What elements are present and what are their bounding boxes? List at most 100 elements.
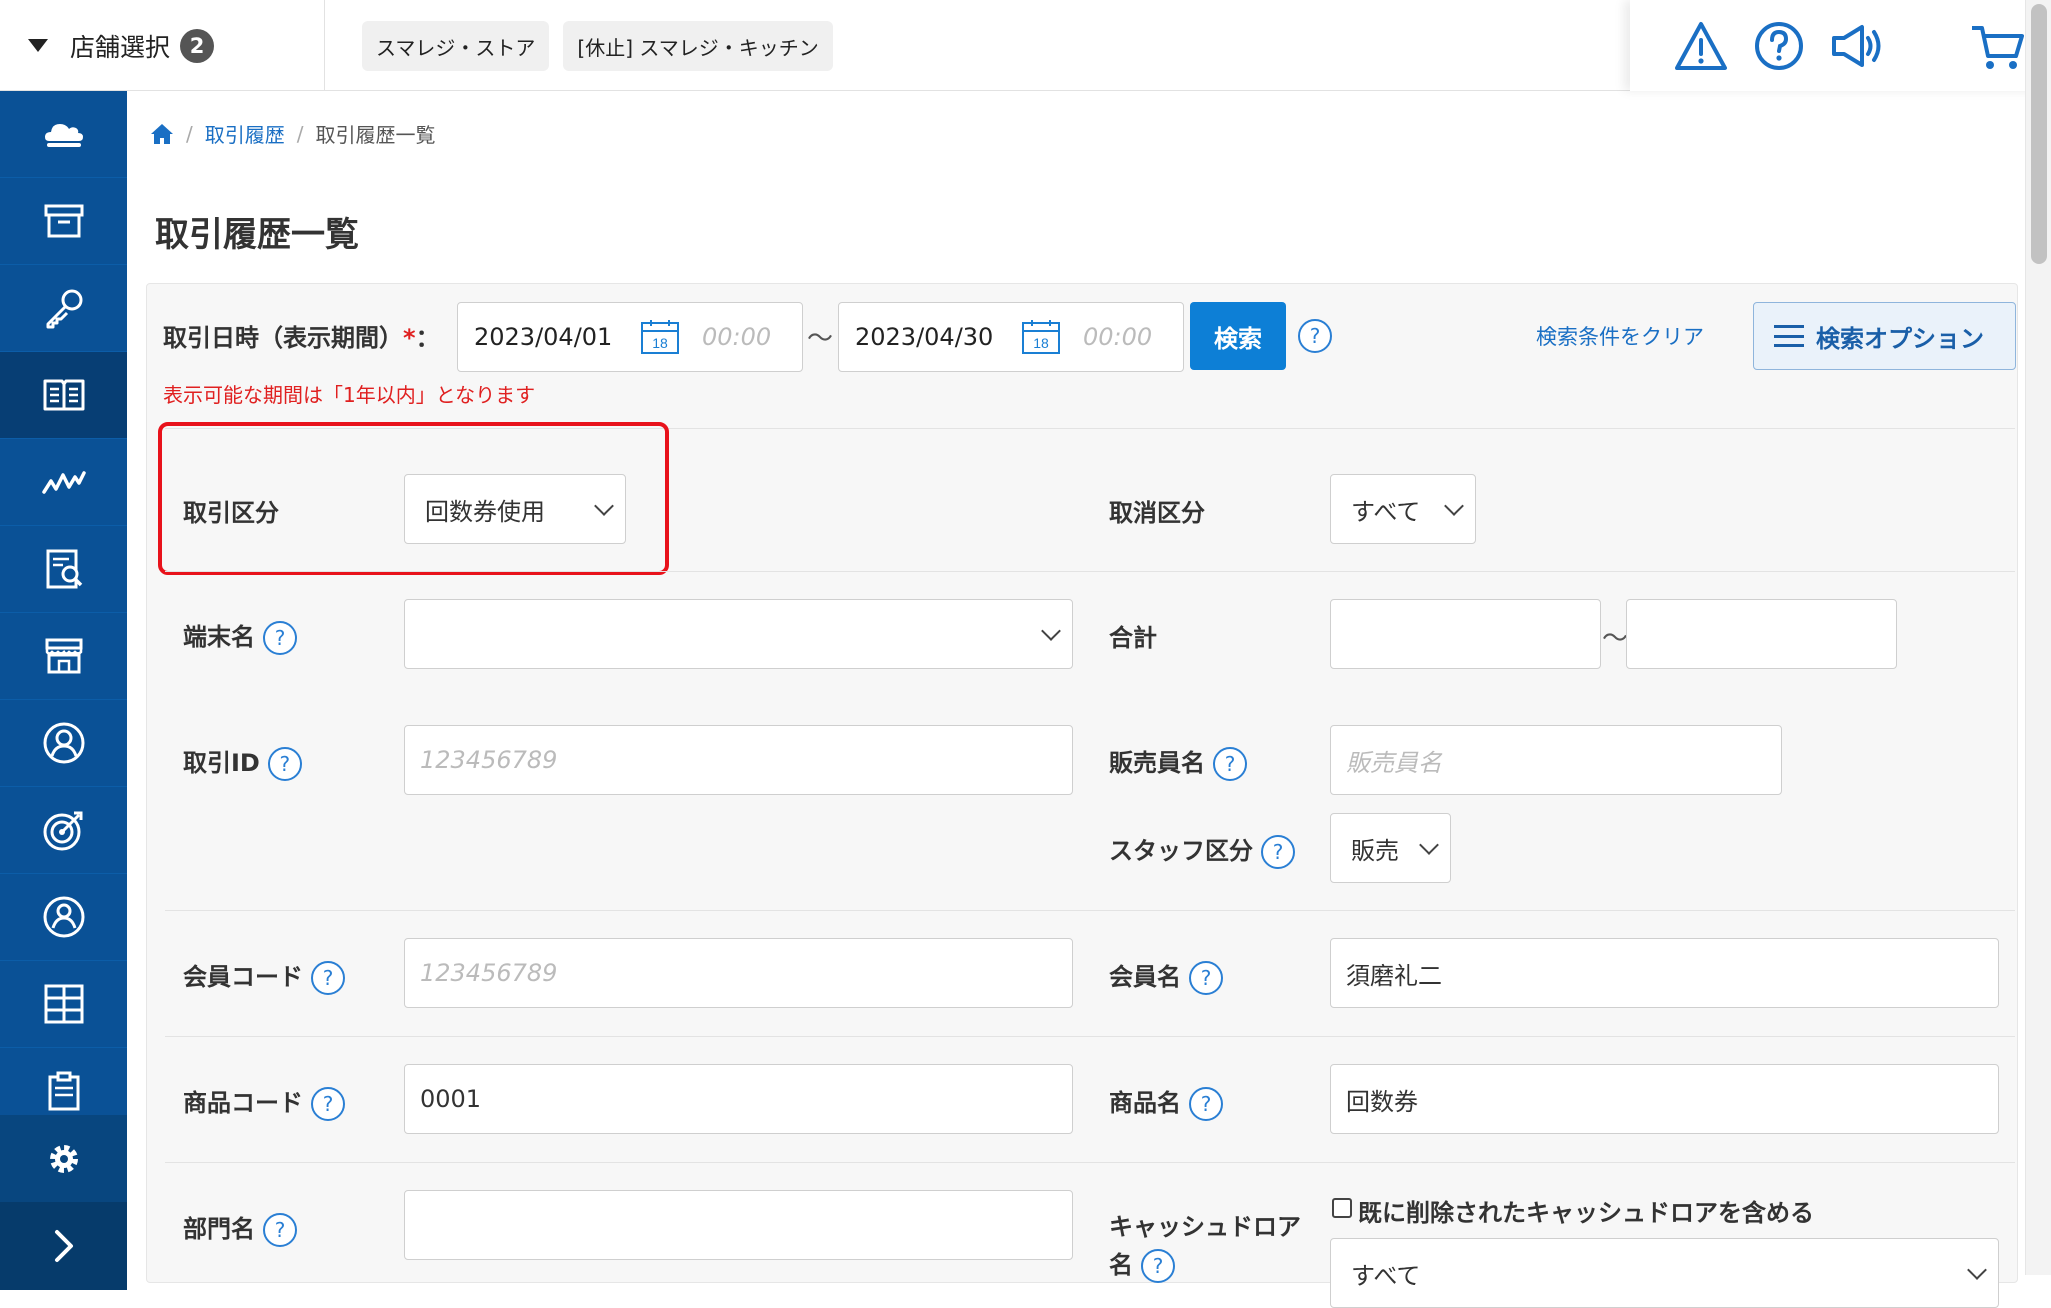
expand-sidebar-button[interactable]: [0, 1202, 127, 1290]
help-icon[interactable]: ?: [1189, 1087, 1223, 1121]
megaphone-icon[interactable]: [1828, 18, 1886, 74]
help-icon[interactable]: ?: [263, 621, 297, 655]
top-icon-group: [1630, 0, 2051, 91]
cancel-type-label: 取消区分: [1109, 499, 1205, 527]
product-code-label: 商品コード?: [183, 1083, 345, 1121]
transaction-id-input[interactable]: 123456789: [404, 725, 1073, 795]
settings-button[interactable]: [0, 1115, 127, 1203]
cash-drawer-label: キャッシュドロア 名?: [1109, 1208, 1301, 1284]
chevron-down-icon: [1041, 621, 1061, 641]
scrollbar-thumb[interactable]: [2031, 4, 2047, 264]
store-tab-kitchen[interactable]: [休止] スマレジ・キッチン: [563, 21, 833, 71]
time-from-input[interactable]: 00:00: [702, 323, 771, 351]
department-input[interactable]: [404, 1190, 1073, 1260]
period-warning: 表示可能な期間は「1年以内」となります: [163, 383, 536, 407]
search-button[interactable]: 検索: [1190, 302, 1286, 370]
department-label: 部門名?: [183, 1209, 297, 1247]
help-icon[interactable]: ?: [1261, 835, 1295, 869]
breadcrumb-separator: /: [296, 121, 304, 146]
highlight-box: [158, 422, 669, 575]
clipboard-icon: [48, 1071, 79, 1111]
staff-type-select[interactable]: 販売: [1330, 813, 1451, 883]
help-icon[interactable]: ?: [267, 747, 302, 781]
date-range-label-text: 取引日時（表示期間）: [163, 324, 403, 352]
product-code-input[interactable]: 0001: [404, 1064, 1073, 1134]
search-options-button[interactable]: 検索オプション: [1753, 302, 2016, 370]
sidebar-item-target[interactable]: [0, 787, 127, 874]
help-icon[interactable]: ?: [311, 961, 345, 995]
member-icon: [43, 896, 84, 938]
store-select-label: 店舗選択: [70, 32, 171, 62]
include-deleted-label: 既に削除されたキャッシュドロアを含める: [1358, 1199, 1814, 1227]
calendar-icon[interactable]: 18: [1021, 319, 1061, 355]
required-mark: *: [403, 324, 416, 352]
top-bar: 店舗選択 2 スマレジ・ストア [休止] スマレジ・キッチン: [0, 0, 2051, 91]
staff-name-label-text: 販売員名: [1109, 749, 1205, 777]
total-from-input[interactable]: [1330, 599, 1601, 669]
key-icon: [46, 289, 82, 329]
member-code-input[interactable]: 123456789: [404, 938, 1073, 1008]
product-name-input[interactable]: 回数券: [1330, 1064, 1999, 1134]
gear-icon: [49, 1145, 78, 1173]
date-range-label: 取引日時（表示期間）*：: [163, 318, 440, 353]
clear-conditions-link[interactable]: 検索条件をクリア: [1536, 321, 1704, 351]
cart-icon[interactable]: [1968, 18, 2026, 74]
sidebar: [0, 91, 127, 1290]
cancel-type-value: すべて: [1351, 497, 1421, 526]
store-select-dropdown[interactable]: 店舗選択 2: [0, 0, 325, 91]
sidebar-item-key[interactable]: [0, 265, 127, 352]
total-to-input[interactable]: [1626, 599, 1897, 669]
include-deleted-checkbox[interactable]: [1332, 1198, 1352, 1218]
help-icon[interactable]: [1750, 18, 1808, 74]
help-icon[interactable]: ?: [1213, 747, 1247, 781]
home-icon[interactable]: [150, 123, 174, 145]
chart-line-icon: [41, 471, 86, 494]
product-name-label: 商品名?: [1109, 1083, 1223, 1121]
help-icon[interactable]: ?: [263, 1213, 297, 1247]
sidebar-item-cloud[interactable]: [0, 91, 127, 178]
help-icon[interactable]: ?: [1141, 1249, 1175, 1283]
transaction-id-label-text: 取引ID: [183, 749, 260, 777]
sidebar-item-layout[interactable]: [0, 961, 127, 1048]
member-code-label-text: 会員コード: [183, 963, 303, 991]
sidebar-item-staff[interactable]: [0, 700, 127, 787]
divider: [165, 910, 2015, 911]
chevron-right-icon: [54, 1230, 73, 1262]
store-count-badge: 2: [180, 28, 215, 63]
staff-name-input[interactable]: 販売員名: [1330, 725, 1782, 795]
help-icon[interactable]: ?: [311, 1087, 345, 1121]
sidebar-item-archive[interactable]: [0, 178, 127, 265]
product-name-label-text: 商品名: [1109, 1089, 1181, 1117]
calendar-icon[interactable]: 18: [640, 319, 680, 355]
warning-icon[interactable]: [1672, 18, 1730, 74]
store-tab-store[interactable]: スマレジ・ストア: [362, 21, 550, 71]
date-from-field[interactable]: 2023/04/01 18 00:00: [457, 302, 803, 372]
staff-type-label: スタッフ区分?: [1109, 831, 1295, 869]
cash-drawer-label-line1: キャッシュドロア: [1109, 1213, 1301, 1241]
sidebar-item-analytics[interactable]: [0, 439, 127, 526]
member-name-input[interactable]: 須磨礼二: [1330, 938, 1999, 1008]
total-range-tilde: 〜: [1602, 624, 1629, 654]
target-icon: [43, 811, 82, 851]
sidebar-item-transactions[interactable]: [0, 352, 127, 439]
sidebar-item-reports[interactable]: [0, 526, 127, 613]
terminal-name-label-text: 端末名: [183, 623, 255, 651]
date-range-tilde: 〜: [807, 324, 834, 354]
total-label: 合計: [1109, 624, 1157, 652]
sidebar-item-store[interactable]: [0, 613, 127, 700]
page-scrollbar[interactable]: [2025, 0, 2051, 1275]
date-to-field[interactable]: 2023/04/30 18 00:00: [838, 302, 1184, 372]
terminal-name-select[interactable]: [404, 599, 1073, 669]
sidebar-item-members[interactable]: [0, 874, 127, 961]
search-options-label: 検索オプション: [1816, 324, 1984, 353]
help-icon[interactable]: ?: [1298, 319, 1332, 353]
cash-drawer-select[interactable]: すべて: [1330, 1238, 1999, 1308]
time-to-input[interactable]: 00:00: [1083, 323, 1152, 351]
breadcrumb-transactions[interactable]: 取引履歴: [205, 119, 285, 148]
help-icon[interactable]: ?: [1189, 961, 1223, 995]
transaction-id-placeholder: 123456789: [420, 746, 558, 774]
member-name-label-text: 会員名: [1109, 963, 1181, 991]
cash-drawer-label-line2-wrap: 名?: [1109, 1246, 1301, 1284]
divider: [165, 1036, 2015, 1037]
cancel-type-select[interactable]: すべて: [1330, 474, 1476, 544]
